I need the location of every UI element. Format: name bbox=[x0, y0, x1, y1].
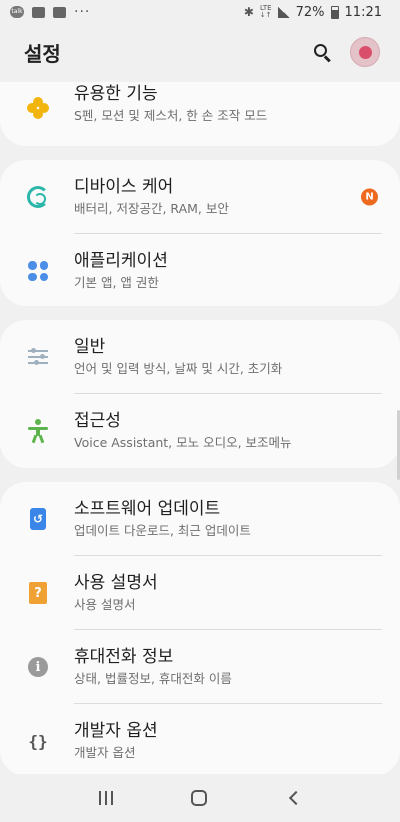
app-header: 설정 bbox=[0, 24, 400, 80]
item-subtitle: 상태, 법률정보, 휴대전화 이름 bbox=[74, 670, 232, 686]
recent-apps-button[interactable] bbox=[99, 791, 113, 805]
clock: 11:21 bbox=[344, 4, 382, 20]
gallery-notification-icon bbox=[32, 6, 45, 18]
item-title: 접근성 bbox=[74, 410, 121, 431]
bluetooth-icon: ✱ bbox=[243, 5, 254, 19]
notification-icons: talk ··· bbox=[10, 4, 90, 20]
settings-item-about-phone[interactable]: i 휴대전화 정보 상태, 법률정보, 휴대전화 이름 bbox=[0, 630, 400, 704]
settings-item-advanced-features[interactable]: 유용한 기능 S펜, 모션 및 제스처, 한 손 조작 모드 bbox=[0, 82, 400, 136]
item-subtitle: 배터리, 저장공간, RAM, 보안 bbox=[74, 200, 229, 216]
item-subtitle: 업데이트 다운로드, 최근 업데이트 bbox=[74, 522, 251, 538]
battery-percent: 72% bbox=[295, 4, 325, 20]
navigation-bar bbox=[0, 774, 400, 822]
settings-item-user-manual[interactable]: ? 사용 설명서 사용 설명서 bbox=[0, 556, 400, 630]
settings-item-software-update[interactable]: ↺ 소프트웨어 업데이트 업데이트 다운로드, 최근 업데이트 bbox=[0, 482, 400, 556]
item-subtitle: 사용 설명서 bbox=[74, 596, 136, 612]
item-subtitle: 언어 및 입력 방식, 날짜 및 시간, 초기화 bbox=[74, 360, 283, 376]
settings-group-device: 디바이스 케어 배터리, 저장공간, RAM, 보안 N 애플리케이션 기본 앱… bbox=[0, 160, 400, 306]
new-badge: N bbox=[361, 188, 378, 206]
item-title: 휴대전화 정보 bbox=[74, 646, 174, 667]
note-notification-icon bbox=[53, 6, 66, 18]
talk-notification-icon: talk bbox=[10, 6, 24, 18]
item-title: 애플리케이션 bbox=[74, 250, 168, 271]
item-subtitle: 기본 앱, 앱 권한 bbox=[74, 274, 159, 290]
software-update-icon: ↺ bbox=[26, 507, 50, 531]
item-subtitle: Voice Assistant, 모노 오디오, 보조메뉴 bbox=[74, 434, 292, 450]
settings-group-about: ↺ 소프트웨어 업데이트 업데이트 다운로드, 최근 업데이트 ? 사용 설명서… bbox=[0, 482, 400, 776]
status-bar: talk ··· ✱ LTE ↓↑ 72% 11:21 bbox=[0, 0, 400, 24]
settings-group-advanced: 유용한 기능 S펜, 모션 및 제스처, 한 손 조작 모드 bbox=[0, 82, 400, 146]
user-manual-icon: ? bbox=[26, 581, 50, 605]
battery-icon bbox=[330, 5, 339, 19]
general-management-icon bbox=[26, 345, 50, 369]
device-care-icon bbox=[26, 185, 50, 209]
advanced-features-icon bbox=[26, 96, 50, 120]
item-title: 유용한 기능 bbox=[74, 83, 158, 104]
item-subtitle: 개발자 옵션 bbox=[74, 744, 136, 760]
settings-group-general: 일반 언어 및 입력 방식, 날짜 및 시간, 초기화 접근성 Voice As… bbox=[0, 320, 400, 468]
search-button[interactable] bbox=[308, 38, 336, 66]
item-title: 일반 bbox=[74, 336, 106, 357]
info-icon: i bbox=[26, 655, 50, 679]
page-title: 설정 bbox=[24, 41, 61, 66]
apps-icon bbox=[26, 259, 50, 283]
more-notifications-icon: ··· bbox=[74, 4, 91, 20]
item-title: 소프트웨어 업데이트 bbox=[74, 498, 221, 519]
home-button[interactable] bbox=[191, 790, 207, 806]
item-title: 사용 설명서 bbox=[74, 572, 158, 593]
profile-avatar[interactable] bbox=[350, 37, 380, 67]
settings-item-developer-options[interactable]: {} 개발자 옵션 개발자 옵션 bbox=[0, 704, 400, 778]
settings-item-general-management[interactable]: 일반 언어 및 입력 방식, 날짜 및 시간, 초기화 bbox=[0, 320, 400, 394]
settings-item-device-care[interactable]: 디바이스 케어 배터리, 저장공간, RAM, 보안 N bbox=[0, 160, 400, 234]
item-title: 개발자 옵션 bbox=[74, 720, 158, 741]
signal-icon bbox=[277, 6, 290, 18]
settings-item-accessibility[interactable]: 접근성 Voice Assistant, 모노 오디오, 보조메뉴 bbox=[0, 394, 400, 468]
back-button[interactable] bbox=[288, 790, 304, 806]
item-title: 디바이스 케어 bbox=[74, 176, 174, 197]
system-indicators: ✱ LTE ↓↑ 72% 11:21 bbox=[244, 5, 382, 20]
settings-item-applications[interactable]: 애플리케이션 기본 앱, 앱 권한 bbox=[0, 234, 400, 308]
accessibility-icon bbox=[26, 419, 50, 444]
developer-options-icon: {} bbox=[28, 731, 48, 751]
item-subtitle: S펜, 모션 및 제스처, 한 손 조작 모드 bbox=[74, 107, 268, 123]
network-type: LTE ↓↑ bbox=[259, 4, 272, 19]
